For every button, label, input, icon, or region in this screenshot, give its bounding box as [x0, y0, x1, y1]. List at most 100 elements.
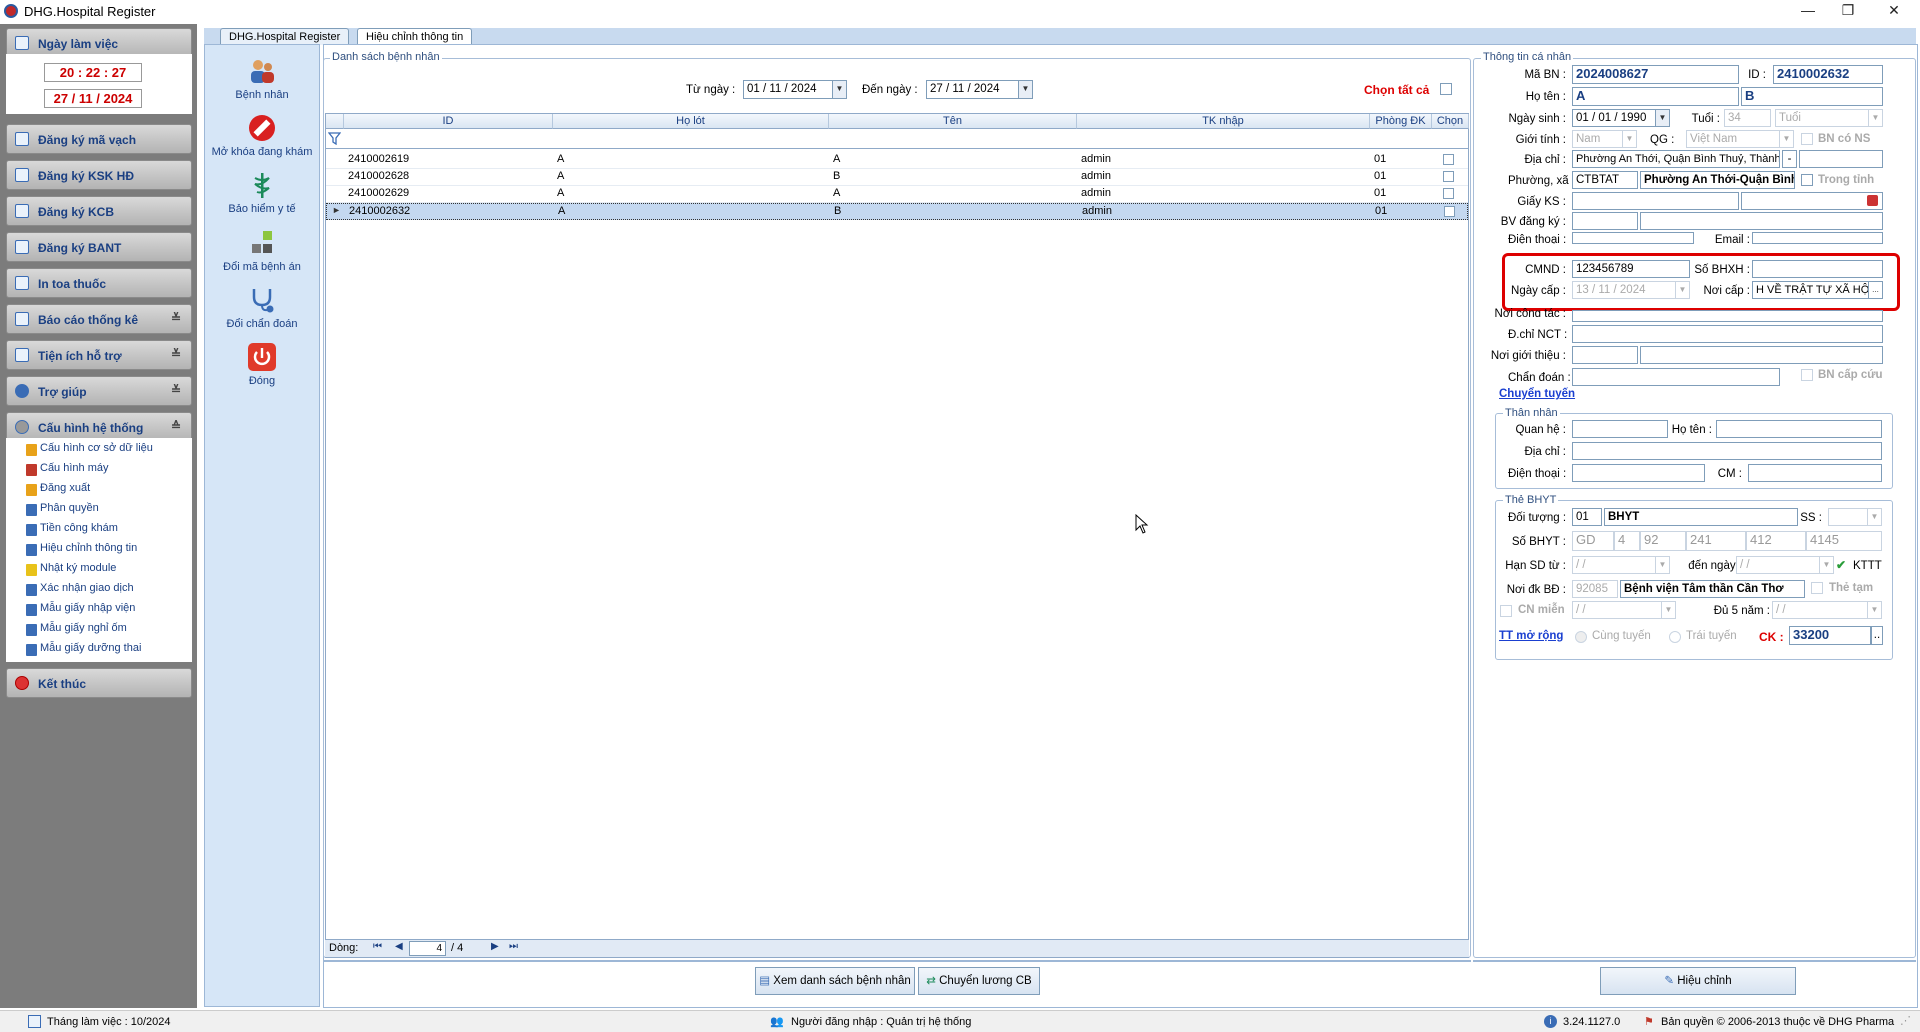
- view-patient-list-button[interactable]: ▤ Xem danh sách bệnh nhân: [755, 967, 915, 995]
- submenu-item[interactable]: Mẫu giấy nghỉ ốm: [26, 622, 127, 642]
- noi-gioi-thieu-name-field[interactable]: [1640, 346, 1883, 364]
- submenu-item[interactable]: Đăng xuất: [26, 482, 90, 502]
- nav-reports[interactable]: Báo cáo thống kê ≚: [6, 304, 192, 334]
- nav-help[interactable]: Trợ giúp ≚: [6, 376, 192, 406]
- chevron-down-icon[interactable]: ▼: [832, 81, 846, 98]
- column-header-ten[interactable]: Tên: [829, 114, 1077, 129]
- table-row[interactable]: 2410002629 A A admin 01: [326, 186, 1468, 203]
- tool-change-record-code[interactable]: Đổi mã bệnh án: [204, 228, 320, 273]
- chevron-down-icon[interactable]: ▼: [1867, 509, 1881, 525]
- row-checkbox[interactable]: [1443, 154, 1454, 165]
- chevron-down-icon[interactable]: ▼: [1867, 602, 1881, 618]
- han-sd-from-field[interactable]: / / ▼: [1572, 556, 1670, 574]
- gioi-tinh-select[interactable]: Nam ▼: [1572, 130, 1637, 148]
- phuong-code-field[interactable]: CTBTAT: [1572, 171, 1638, 189]
- du-5-nam-field[interactable]: / / ▼: [1772, 601, 1882, 619]
- last-record-icon[interactable]: ⏭: [509, 941, 518, 952]
- tab-edit-info[interactable]: Hiệu chỉnh thông tin: [357, 28, 473, 45]
- submenu-item[interactable]: Xác nhận giao dịch: [26, 582, 134, 602]
- nav-utilities[interactable]: Tiện ích hỗ trợ ≚: [6, 340, 192, 370]
- nav-bant-register[interactable]: Đăng ký BANT: [6, 232, 192, 262]
- tuoi-field[interactable]: 34: [1724, 109, 1771, 127]
- tuoi-unit-field[interactable]: Tuổi ▼: [1775, 109, 1883, 127]
- dia-chi-extra-field[interactable]: [1799, 150, 1883, 168]
- ss-select[interactable]: ▼: [1828, 508, 1882, 526]
- id-field[interactable]: 2410002632: [1773, 65, 1883, 84]
- first-record-icon[interactable]: ⏮: [373, 941, 382, 952]
- chevron-down-icon[interactable]: ▼: [1819, 557, 1833, 573]
- dia-chi-field[interactable]: Phường An Thới, Quận Bình Thuỷ, Thành p: [1572, 150, 1780, 168]
- bn-cap-cuu-checkbox[interactable]: [1801, 369, 1813, 381]
- cung-tuyen-radio[interactable]: [1575, 631, 1587, 643]
- the-tam-checkbox[interactable]: [1811, 582, 1823, 594]
- doi-tuong-name-field[interactable]: BHYT: [1604, 508, 1798, 526]
- transfer-salary-button[interactable]: ⇄ Chuyển lương CB: [918, 967, 1040, 995]
- submenu-item[interactable]: Mẫu giấy dưỡng thai: [26, 642, 141, 662]
- bv-dang-ky-name-field[interactable]: [1640, 212, 1883, 230]
- column-header-phong[interactable]: Phòng ĐK: [1370, 114, 1432, 129]
- tool-patient[interactable]: Bệnh nhân: [204, 56, 320, 101]
- relative-ho-ten-field[interactable]: [1716, 420, 1882, 438]
- relative-dien-thoai-field[interactable]: [1572, 464, 1705, 482]
- trai-tuyen-radio[interactable]: [1669, 631, 1681, 643]
- tab-hospital-register[interactable]: DHG.Hospital Register: [220, 28, 350, 45]
- noi-dk-code-field[interactable]: 92085: [1572, 580, 1618, 598]
- next-record-icon[interactable]: ▶: [491, 941, 499, 952]
- submenu-item[interactable]: Phân quyền: [26, 502, 99, 522]
- submenu-item[interactable]: Nhật ký module: [26, 562, 116, 582]
- giay-ks-field[interactable]: [1572, 192, 1739, 210]
- resize-grip-icon[interactable]: ⋰: [1900, 1014, 1911, 1027]
- quan-he-field[interactable]: [1572, 420, 1668, 438]
- so-bhyt-part4[interactable]: 241: [1686, 531, 1746, 551]
- so-bhyt-part1[interactable]: GD: [1572, 531, 1614, 551]
- email-field[interactable]: [1752, 232, 1883, 244]
- ck-ellipsis-button[interactable]: ..: [1871, 626, 1883, 645]
- so-bhyt-part3[interactable]: 92: [1640, 531, 1686, 551]
- chuyen-tuyen-link[interactable]: Chuyển tuyến: [1499, 388, 1575, 400]
- phuong-name-field[interactable]: Phường An Thới-Quận Bình: [1640, 171, 1795, 189]
- giay-ks-date-field[interactable]: [1741, 192, 1883, 210]
- tool-unlock-exam[interactable]: Mở khóa đang khám: [204, 113, 320, 158]
- cm-field[interactable]: [1748, 464, 1882, 482]
- chevron-down-icon[interactable]: ▼: [1661, 602, 1675, 618]
- chevron-down-icon[interactable]: ▼: [1622, 131, 1636, 147]
- submenu-item[interactable]: Mẫu giấy nhập viện: [26, 602, 135, 622]
- submenu-item[interactable]: Cấu hình máy: [26, 462, 108, 482]
- ngay-sinh-field[interactable]: 01 / 01 / 1990 ▼: [1572, 109, 1670, 127]
- so-bhyt-part6[interactable]: 4145: [1806, 531, 1882, 551]
- doi-tuong-code-field[interactable]: 01: [1572, 508, 1602, 526]
- cn-mien-field[interactable]: / / ▼: [1572, 601, 1676, 619]
- from-date-field[interactable]: 01 / 11 / 2024 ▼: [743, 80, 847, 99]
- noi-gioi-thieu-code-field[interactable]: [1572, 346, 1638, 364]
- minimize-button[interactable]: —: [1786, 0, 1830, 22]
- ho-field[interactable]: A: [1572, 87, 1739, 106]
- so-bhyt-part5[interactable]: 412: [1746, 531, 1806, 551]
- row-checkbox[interactable]: [1443, 171, 1454, 182]
- prev-record-icon[interactable]: ◀: [395, 941, 403, 952]
- chevron-down-icon[interactable]: ▼: [1655, 557, 1669, 573]
- select-all-checkbox[interactable]: [1440, 83, 1452, 95]
- row-checkbox[interactable]: [1444, 206, 1455, 217]
- so-bhyt-part2[interactable]: 4: [1614, 531, 1640, 551]
- chevron-down-icon[interactable]: ▼: [1779, 131, 1793, 147]
- work-date[interactable]: 27 / 11 / 2024: [44, 89, 142, 108]
- relative-dia-chi-field[interactable]: [1572, 442, 1882, 460]
- bn-co-ns-checkbox[interactable]: [1801, 133, 1813, 145]
- to-date-field[interactable]: 27 / 11 / 2024 ▼: [926, 80, 1033, 99]
- edit-button[interactable]: ✎ Hiệu chỉnh: [1600, 967, 1796, 995]
- nav-print-prescription[interactable]: In toa thuốc: [6, 268, 192, 298]
- column-header-holot[interactable]: Họ lót: [553, 114, 829, 129]
- cn-mien-checkbox[interactable]: [1500, 605, 1512, 617]
- table-row[interactable]: 2410002619 A A admin 01: [326, 152, 1468, 169]
- nav-exit[interactable]: Kết thúc: [6, 668, 192, 698]
- row-checkbox[interactable]: [1443, 188, 1454, 199]
- noi-cong-tac-field[interactable]: [1572, 310, 1883, 322]
- trong-tinh-checkbox[interactable]: [1801, 174, 1813, 186]
- han-sd-to-field[interactable]: / / ▼: [1736, 556, 1834, 574]
- ten-field[interactable]: B: [1741, 87, 1883, 106]
- column-header-chon[interactable]: Chọn: [1432, 114, 1469, 129]
- qg-select[interactable]: Việt Nam ▼: [1686, 130, 1794, 148]
- chevron-down-icon[interactable]: ▼: [1655, 110, 1669, 126]
- filter-row[interactable]: [326, 129, 1468, 149]
- tool-health-insurance[interactable]: Bảo hiểm y tế: [204, 170, 320, 215]
